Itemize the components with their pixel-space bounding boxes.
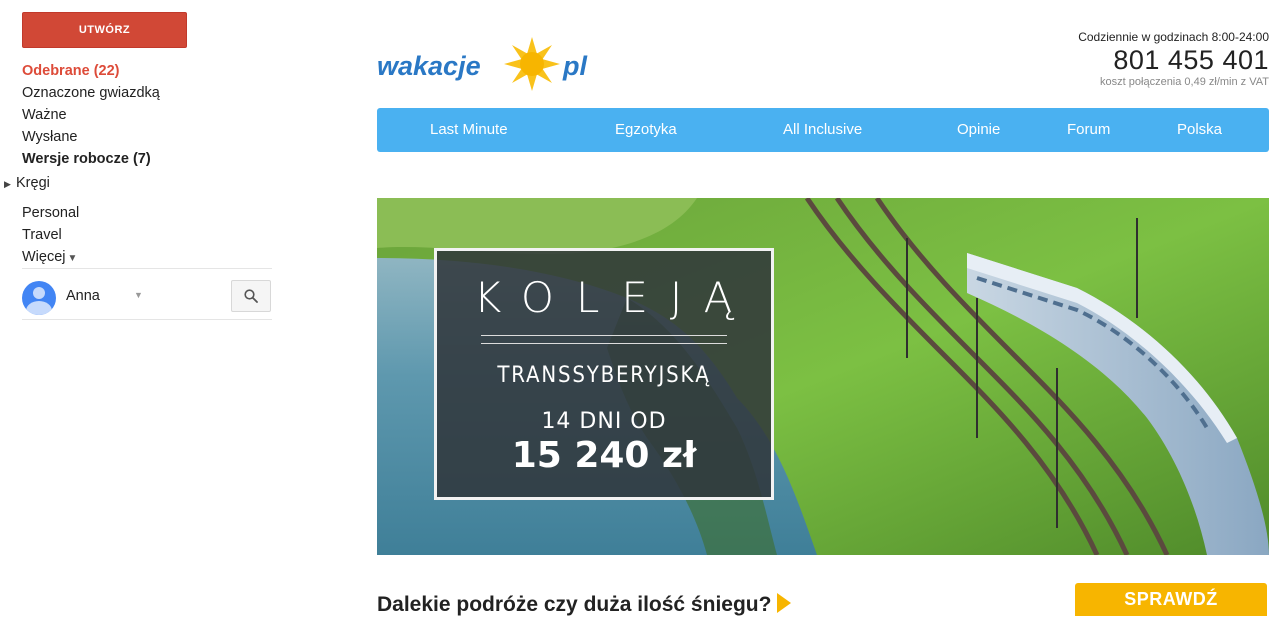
wakacje-logo[interactable]: wakacje pl xyxy=(377,32,637,96)
call-cost-note: koszt połączenia 0,49 zł/min z VAT xyxy=(1100,76,1269,88)
promo-subtitle: TRANSSYBERYJSKĄ xyxy=(497,363,711,388)
chat-user-row: Anna ▼ xyxy=(22,278,272,318)
status-dropdown-icon[interactable]: ▼ xyxy=(134,290,143,300)
expand-triangle-icon: ▶ xyxy=(4,179,11,189)
promo-rule xyxy=(481,335,727,336)
promo-banner[interactable]: KOLEJĄ TRANSSYBERYJSKĄ 14 DNI OD 15 240 … xyxy=(377,198,1269,555)
promo-title: KOLEJĄ xyxy=(473,273,755,322)
folder-inbox[interactable]: Odebrane (22) xyxy=(22,60,272,82)
promo-price: 15 240 zł xyxy=(511,435,697,476)
folder-list: Odebrane (22) Oznaczone gwiazdką Ważne W… xyxy=(22,60,272,170)
compose-button[interactable]: UTWÓRZ xyxy=(22,12,187,48)
logo-text-left: wakacje xyxy=(377,51,481,81)
search-people-button[interactable] xyxy=(231,280,271,312)
folder-important[interactable]: Ważne xyxy=(22,104,272,126)
promo-duration: 14 DNI OD xyxy=(541,409,667,434)
user-name: Anna xyxy=(66,288,100,304)
folder-sent[interactable]: Wysłane xyxy=(22,126,272,148)
play-arrow-icon xyxy=(777,593,792,613)
site-menu: Last Minute Egzotyka All Inclusive Opini… xyxy=(377,108,1269,152)
label-personal[interactable]: Personal xyxy=(22,202,79,224)
menu-opinie[interactable]: Opinie xyxy=(957,108,1000,152)
menu-forum[interactable]: Forum xyxy=(1067,108,1110,152)
check-button[interactable]: SPRAWDŹ xyxy=(1075,583,1267,616)
gmail-sidebar: UTWÓRZ Odebrane (22) Oznaczone gwiazdką … xyxy=(0,0,290,616)
menu-all-inclusive[interactable]: All Inclusive xyxy=(783,108,862,152)
more-labels-label: Więcej xyxy=(22,249,66,265)
more-labels-toggle[interactable]: Więcej ▼ xyxy=(22,246,79,268)
sun-icon xyxy=(504,37,560,91)
chevron-down-icon: ▼ xyxy=(67,253,78,264)
avatar[interactable] xyxy=(22,281,56,315)
folder-drafts[interactable]: Wersje robocze (7) xyxy=(22,148,272,170)
sidebar-divider xyxy=(22,319,272,320)
menu-last-minute[interactable]: Last Minute xyxy=(430,108,508,152)
label-list: Personal Travel Więcej ▼ xyxy=(22,202,79,268)
circles-label: Kręgi xyxy=(16,175,50,191)
label-travel[interactable]: Travel xyxy=(22,224,79,246)
logo-text-right: pl xyxy=(563,51,587,81)
menu-polska[interactable]: Polska xyxy=(1177,108,1222,152)
contact-info: Codziennie w godzinach 8:00-24:00 801 45… xyxy=(979,30,1269,88)
promo-box: KOLEJĄ TRANSSYBERYJSKĄ 14 DNI OD 15 240 … xyxy=(434,248,774,500)
circles-toggle[interactable]: ▶ Kręgi xyxy=(0,172,50,195)
folder-starred[interactable]: Oznaczone gwiazdką xyxy=(22,82,272,104)
email-headline: Dalekie podróże czy duża ilość śniegu? xyxy=(377,593,792,617)
promo-rule xyxy=(481,343,727,344)
sidebar-divider xyxy=(22,268,272,269)
hotline-phone[interactable]: 801 455 401 xyxy=(979,44,1269,76)
hotline-hours: Codziennie w godzinach 8:00-24:00 xyxy=(1078,30,1269,44)
menu-egzotyka[interactable]: Egzotyka xyxy=(615,108,677,152)
headline-text: Dalekie podróże czy duża ilość śniegu? xyxy=(377,593,772,616)
search-icon xyxy=(244,289,258,303)
